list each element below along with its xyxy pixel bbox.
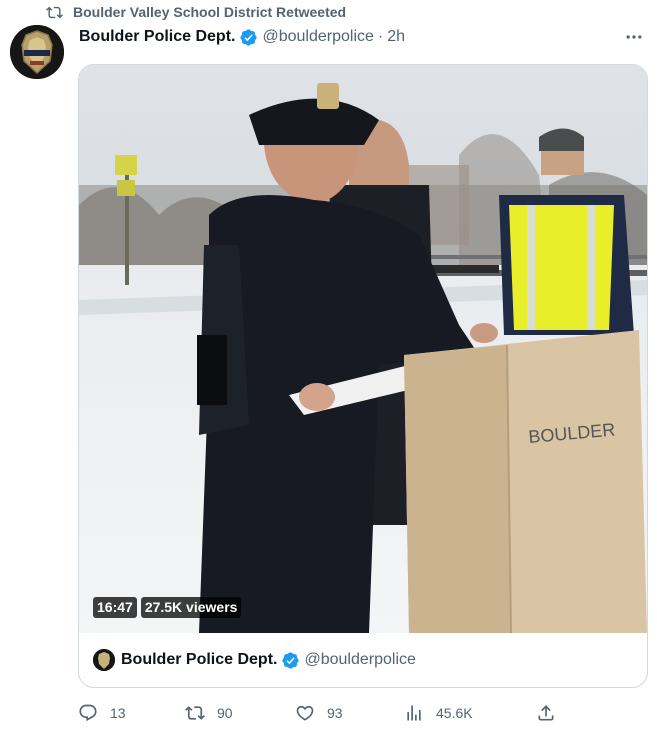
tweet-actions: 13 90 93 45.6K	[78, 700, 558, 726]
card-author-row[interactable]: Boulder Police Dept. @boulderpolice	[79, 633, 647, 687]
like-icon	[296, 705, 314, 721]
retweet-context[interactable]: Boulder Valley School District Retweeted	[46, 3, 346, 21]
police-badge-avatar-image	[10, 25, 64, 79]
video-player[interactable]: BOULDER 16:47 27.5K viewers	[79, 65, 647, 633]
like-count: 93	[327, 705, 343, 721]
viewers-count: 27.5K viewers	[140, 597, 242, 618]
more-options-button[interactable]	[623, 26, 645, 48]
press-conference-video-frame: BOULDER	[79, 65, 647, 633]
retweet-icon	[185, 706, 205, 720]
reply-button[interactable]: 13	[78, 700, 126, 726]
author-avatar[interactable]	[10, 25, 64, 79]
reply-icon	[79, 704, 97, 722]
tweet-header: Boulder Police Dept. @boulderpolice · 2h	[79, 26, 645, 48]
separator-dot: ·	[377, 28, 384, 45]
video-duration: 16:47	[93, 597, 137, 618]
retweet-count: 90	[217, 705, 233, 721]
video-card[interactable]: BOULDER 16:47 27.5K viewers Boulder Poli…	[78, 64, 648, 688]
reply-count: 13	[110, 705, 126, 721]
verified-badge-icon	[240, 28, 258, 46]
like-button[interactable]: 93	[295, 700, 343, 726]
card-author-avatar	[93, 649, 115, 671]
timestamp[interactable]: 2h	[387, 28, 405, 46]
share-button[interactable]	[536, 700, 556, 726]
author-name[interactable]: Boulder Police Dept.	[79, 28, 235, 46]
card-author-name: Boulder Police Dept.	[121, 651, 278, 668]
author-handle[interactable]: @boulderpolice	[262, 28, 373, 46]
card-author-handle: @boulderpolice	[304, 651, 416, 668]
retweet-icon	[46, 6, 63, 18]
retweet-label: Boulder Valley School District Retweeted	[73, 4, 347, 20]
views-icon	[407, 705, 421, 721]
verified-badge-icon	[282, 651, 300, 669]
views-button[interactable]: 45.6K	[404, 700, 473, 726]
more-icon	[626, 35, 642, 39]
share-icon	[538, 705, 554, 721]
views-count: 45.6K	[436, 705, 473, 721]
retweet-button[interactable]: 90	[185, 700, 233, 726]
video-badges: 16:47 27.5K viewers	[93, 597, 242, 618]
